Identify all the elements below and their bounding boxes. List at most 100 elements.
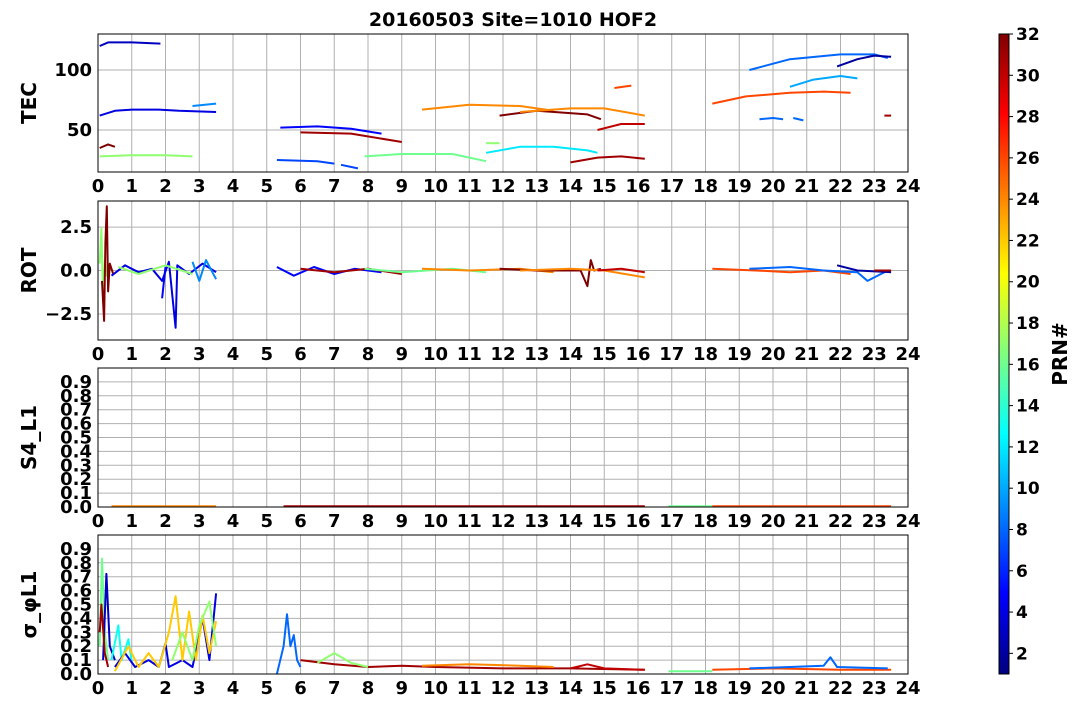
x-tick-label: 4 bbox=[227, 511, 240, 532]
colorbar-tick-label: 14 bbox=[1016, 397, 1040, 417]
y-tick-label: 0.0 bbox=[60, 261, 92, 282]
panel-2: 0 1 2 3 4 5 6 7 8 9 10 11 12 13 14 15 16 17 18 19 20 21 22 23 24… bbox=[17, 200, 921, 365]
x-tick-label: 1 bbox=[125, 344, 138, 365]
colorbar-tick-label: 22 bbox=[1016, 231, 1040, 251]
x-tick-label: 13 bbox=[524, 678, 549, 699]
x-tick-label: 19 bbox=[727, 176, 752, 197]
x-tick-label: 8 bbox=[362, 678, 375, 699]
x-tick-label: 1 bbox=[125, 678, 138, 699]
x-tick-label: 18 bbox=[693, 176, 718, 197]
x-tick-label: 4 bbox=[227, 678, 240, 699]
x-tick-label: 5 bbox=[260, 678, 273, 699]
x-tick-label: 16 bbox=[625, 176, 650, 197]
x-tick-label: 6 bbox=[294, 344, 307, 365]
x-tick-label: 15 bbox=[592, 176, 617, 197]
x-tick-label: 12 bbox=[490, 344, 515, 365]
x-tick-label: 22 bbox=[828, 344, 853, 365]
x-tick-label: 22 bbox=[828, 176, 853, 197]
colorbar-tick-label: 16 bbox=[1016, 355, 1040, 375]
x-tick-label: 7 bbox=[328, 344, 341, 365]
x-tick-label: 15 bbox=[592, 511, 617, 532]
x-tick-label: 14 bbox=[558, 344, 583, 365]
x-tick-label: 10 bbox=[423, 511, 448, 532]
x-tick-label: 9 bbox=[395, 344, 408, 365]
x-tick-label: 1 bbox=[125, 176, 138, 197]
x-tick-label: 2 bbox=[159, 511, 172, 532]
x-tick-label: 0 bbox=[92, 678, 105, 699]
x-tick-label: 2 bbox=[159, 344, 172, 365]
x-tick-label: 4 bbox=[227, 176, 240, 197]
panel-3: 0 1 2 3 4 5 6 7 8 9 10 11 12 13 14 15 16 17 18 19 20 21 22 23 24… bbox=[17, 367, 921, 532]
x-tick-label: 8 bbox=[362, 344, 375, 365]
x-tick-label: 18 bbox=[693, 511, 718, 532]
colorbar-tick-label: 24 bbox=[1016, 190, 1040, 210]
colorbar: 2468101214161820222426283032 PRN# bbox=[998, 25, 1072, 675]
panel-4: 0 1 2 3 4 5 6 7 8 9 10 11 12 13 14 15 16 17 18 19 20 21 22 23 24… bbox=[17, 534, 921, 699]
x-tick-label: 7 bbox=[328, 176, 341, 197]
x-tick-label: 18 bbox=[693, 344, 718, 365]
x-tick-label: 14 bbox=[558, 511, 583, 532]
x-tick-label: 3 bbox=[193, 678, 206, 699]
colorbar-tick-label: 2 bbox=[1016, 644, 1028, 664]
x-tick-label: 9 bbox=[395, 678, 408, 699]
x-tick-label: 12 bbox=[490, 678, 515, 699]
colorbar-tick-label: 32 bbox=[1016, 25, 1040, 45]
x-tick-label: 3 bbox=[193, 511, 206, 532]
x-tick-label: 20 bbox=[760, 344, 785, 365]
y-axis-label: σ_φL1 bbox=[17, 571, 41, 639]
x-tick-label: 19 bbox=[727, 678, 752, 699]
x-tick-label: 22 bbox=[828, 678, 853, 699]
x-tick-label: 11 bbox=[457, 176, 482, 197]
x-tick-label: 6 bbox=[294, 176, 307, 197]
x-tick-label: 4 bbox=[227, 344, 240, 365]
colorbar-tick-label: 30 bbox=[1016, 66, 1040, 86]
x-tick-label: 5 bbox=[260, 344, 273, 365]
x-tick-label: 11 bbox=[457, 344, 482, 365]
x-tick-label: 16 bbox=[625, 678, 650, 699]
x-tick-label: 0 bbox=[92, 511, 105, 532]
x-tick-label: 24 bbox=[895, 678, 920, 699]
x-tick-label: 17 bbox=[659, 344, 684, 365]
x-tick-label: 13 bbox=[524, 344, 549, 365]
panel-1: 0 1 2 3 4 5 6 7 8 9 10 11 12 13 14 15 16 17 18 19 20 21 22 23 24… bbox=[17, 33, 921, 197]
x-tick-label: 9 bbox=[395, 511, 408, 532]
colorbar-ticks: 2468101214161820222426283032 bbox=[1009, 25, 1040, 664]
x-tick-label: 20 bbox=[760, 678, 785, 699]
y-tick-label: 50 bbox=[67, 120, 92, 141]
colorbar-gradient bbox=[998, 33, 1010, 675]
y-axis-label: TEC bbox=[17, 82, 41, 124]
y-axis-label: ROT bbox=[17, 247, 41, 293]
x-tick-label: 10 bbox=[423, 176, 448, 197]
x-tick-label: 17 bbox=[659, 678, 684, 699]
x-tick-label: 19 bbox=[727, 344, 752, 365]
panels: 0 1 2 3 4 5 6 7 8 9 10 11 12 13 14 15 16 17 18 19 20 21 22 23 24… bbox=[17, 33, 921, 699]
x-tick-label: 20 bbox=[760, 511, 785, 532]
x-tick-label: 13 bbox=[524, 176, 549, 197]
x-tick-label: 10 bbox=[423, 678, 448, 699]
x-tick-label: 17 bbox=[659, 176, 684, 197]
x-tick-label: 0 bbox=[92, 176, 105, 197]
x-tick-label: 8 bbox=[362, 511, 375, 532]
x-tick-label: 14 bbox=[558, 176, 583, 197]
x-tick-label: 19 bbox=[727, 511, 752, 532]
x-tick-label: 8 bbox=[362, 176, 375, 197]
x-tick-label: 6 bbox=[294, 511, 307, 532]
figure-title: 20160503 Site=1010 HOF2 bbox=[369, 9, 657, 31]
x-tick-label: 5 bbox=[260, 176, 273, 197]
x-tick-label: 5 bbox=[260, 511, 273, 532]
y-tick-label: 0.9 bbox=[60, 539, 92, 560]
colorbar-tick-label: 10 bbox=[1016, 479, 1040, 499]
x-tick-label: 13 bbox=[524, 511, 549, 532]
colorbar-tick-label: 18 bbox=[1016, 314, 1040, 334]
x-tick-label: 22 bbox=[828, 511, 853, 532]
y-axis-label: S4_L1 bbox=[17, 405, 41, 470]
figure: 20160503 Site=1010 HOF2 0 1 2 3 4 5 6 7 8 9 10 11 12… bbox=[17, 9, 1072, 699]
x-tick-label: 12 bbox=[490, 511, 515, 532]
prn-series-line bbox=[759, 117, 784, 121]
x-tick-label: 21 bbox=[794, 176, 819, 197]
x-tick-label: 24 bbox=[895, 344, 920, 365]
x-tick-label: 18 bbox=[693, 678, 718, 699]
x-tick-label: 23 bbox=[862, 678, 887, 699]
x-tick-label: 0 bbox=[92, 344, 105, 365]
x-tick-label: 16 bbox=[625, 511, 650, 532]
